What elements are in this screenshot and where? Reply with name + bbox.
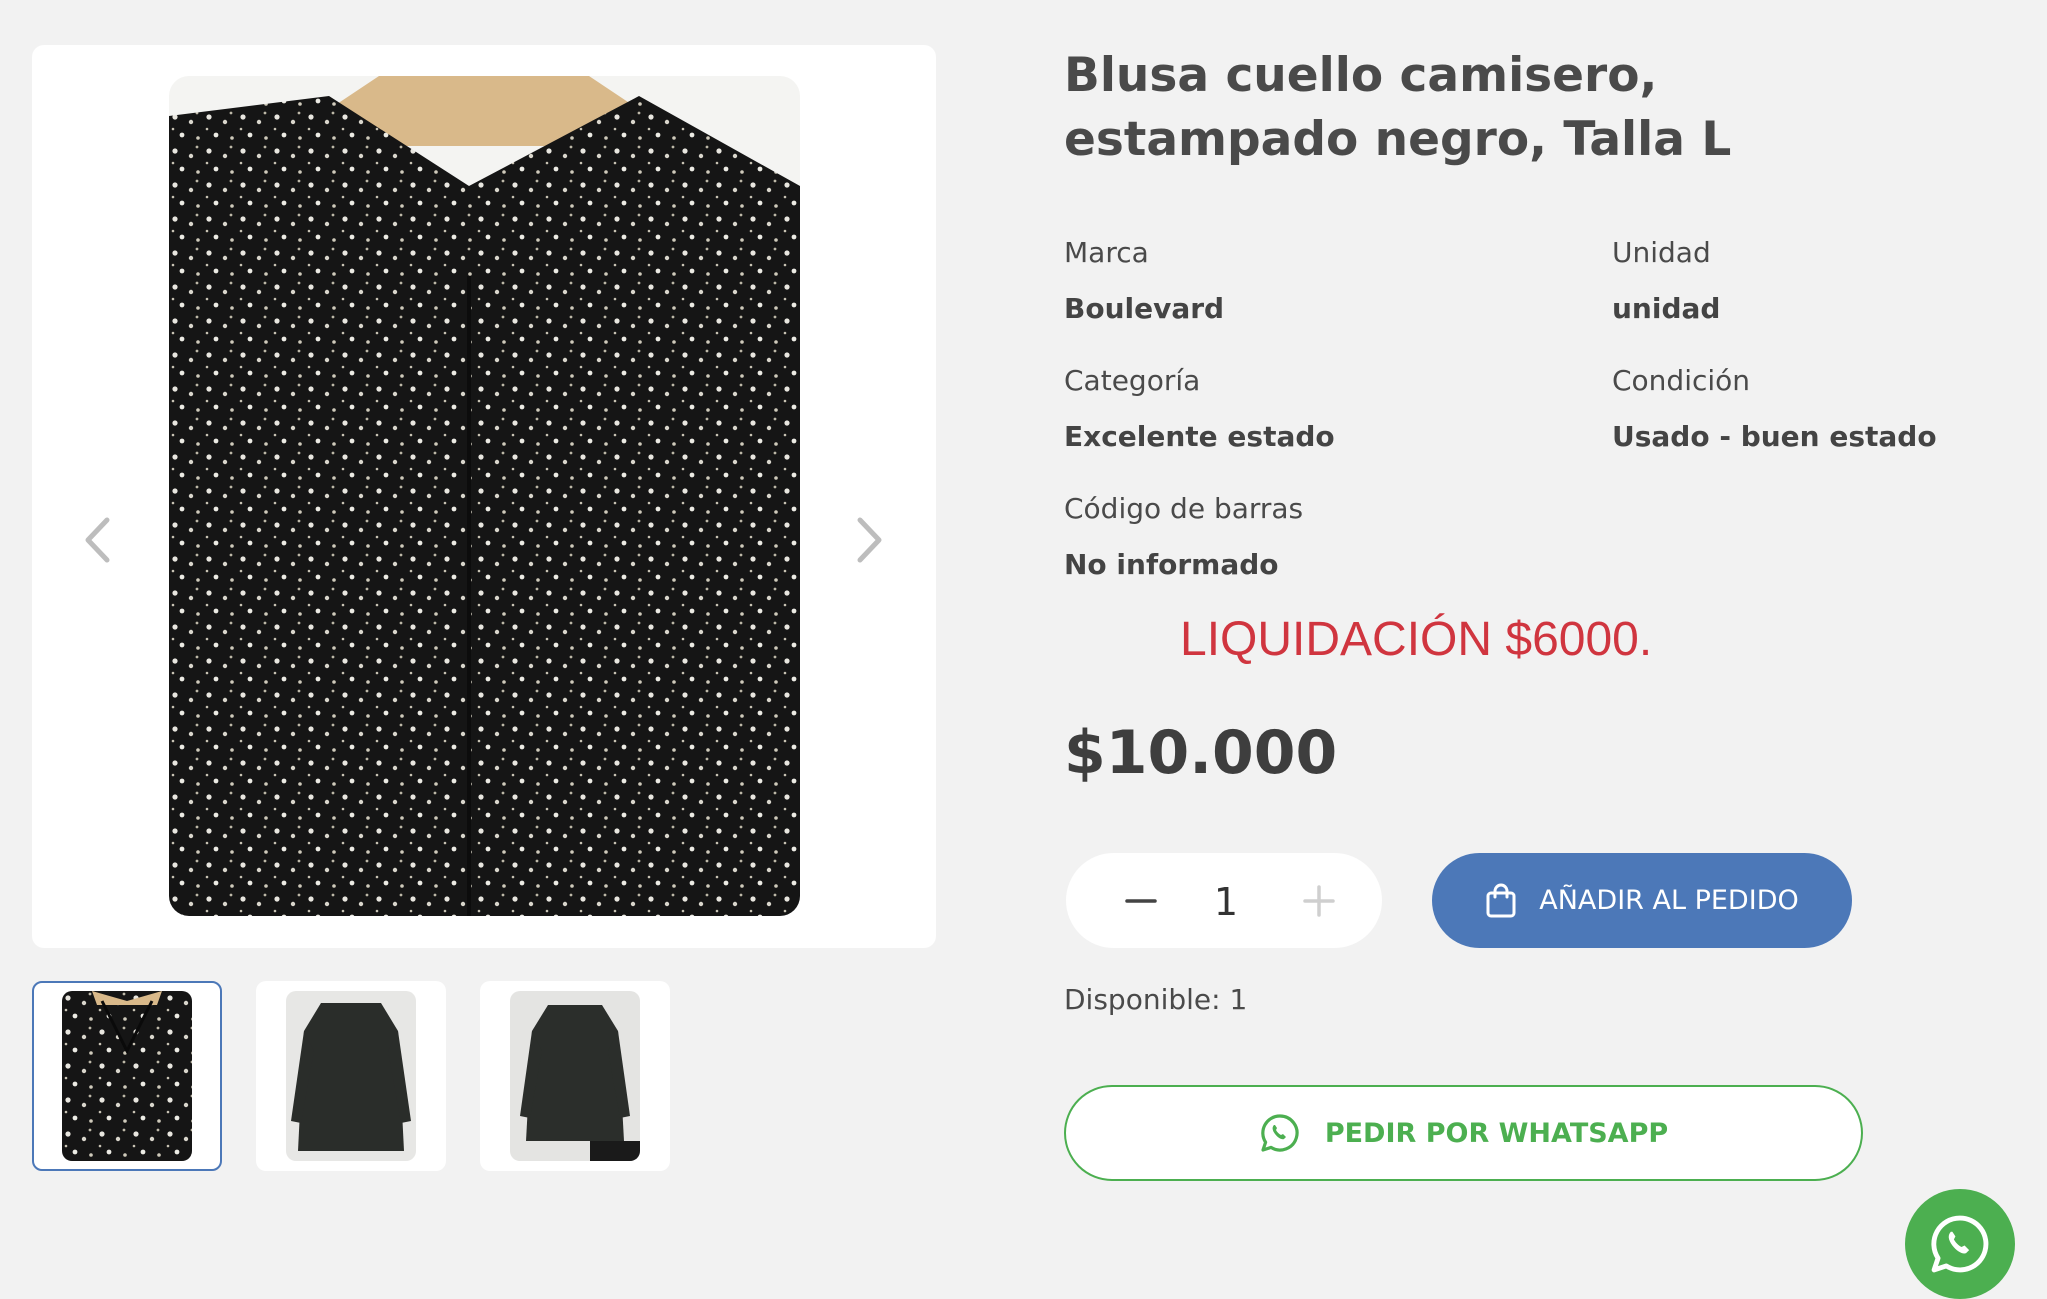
thumbnail-1[interactable] [32, 981, 222, 1171]
spec-value-unit: unidad [1612, 292, 1721, 325]
shopping-bag-icon [1486, 883, 1516, 917]
add-to-order-label: AÑADIR AL PEDIDO [1539, 885, 1799, 916]
thumbnail-2[interactable] [256, 981, 446, 1171]
spec-label-brand: Marca [1064, 236, 1149, 269]
spec-label-barcode: Código de barras [1064, 492, 1304, 525]
spec-value-category: Excelente estado [1064, 420, 1335, 453]
main-product-image[interactable] [169, 76, 800, 916]
quantity-stepper [1066, 853, 1382, 948]
order-by-whatsapp-button[interactable]: PEDIR POR WHATSAPP [1064, 1085, 1863, 1181]
next-image-button[interactable] [850, 510, 890, 570]
product-price: $10.000 [1064, 718, 1338, 788]
spec-value-condition: Usado - buen estado [1612, 420, 1937, 453]
chevron-left-icon [85, 517, 110, 563]
spec-label-condition: Condición [1612, 364, 1751, 397]
quantity-input[interactable] [1194, 873, 1258, 931]
thumbnail-3[interactable] [480, 981, 670, 1171]
whatsapp-button-label: PEDIR POR WHATSAPP [1324, 1117, 1669, 1149]
spec-label-unit: Unidad [1612, 236, 1711, 269]
stock-availability: Disponible: 1 [1064, 983, 1248, 1016]
whatsapp-icon [1261, 1114, 1299, 1152]
plus-icon [1303, 885, 1335, 917]
increase-quantity-button[interactable] [1291, 873, 1347, 929]
spec-label-category: Categoría [1064, 364, 1201, 397]
thumbnail-image [510, 991, 640, 1161]
minus-icon [1125, 899, 1157, 903]
spec-value-barcode: No informado [1064, 548, 1279, 581]
product-title: Blusa cuello camisero, estampado negro, … [1064, 48, 1732, 167]
chevron-right-icon [857, 517, 882, 563]
spec-value-brand: Boulevard [1064, 292, 1225, 325]
previous-image-button[interactable] [77, 510, 117, 570]
decrease-quantity-button[interactable] [1113, 873, 1169, 929]
floating-whatsapp-button[interactable] [1905, 1189, 2015, 1299]
product-gallery [32, 45, 936, 948]
thumbnail-image [286, 991, 416, 1161]
add-to-order-button[interactable]: AÑADIR AL PEDIDO [1432, 853, 1852, 948]
promo-text: LIQUIDACIÓN $6000. [1180, 613, 1653, 666]
thumbnail-image [62, 991, 192, 1161]
whatsapp-icon [1931, 1215, 1989, 1273]
